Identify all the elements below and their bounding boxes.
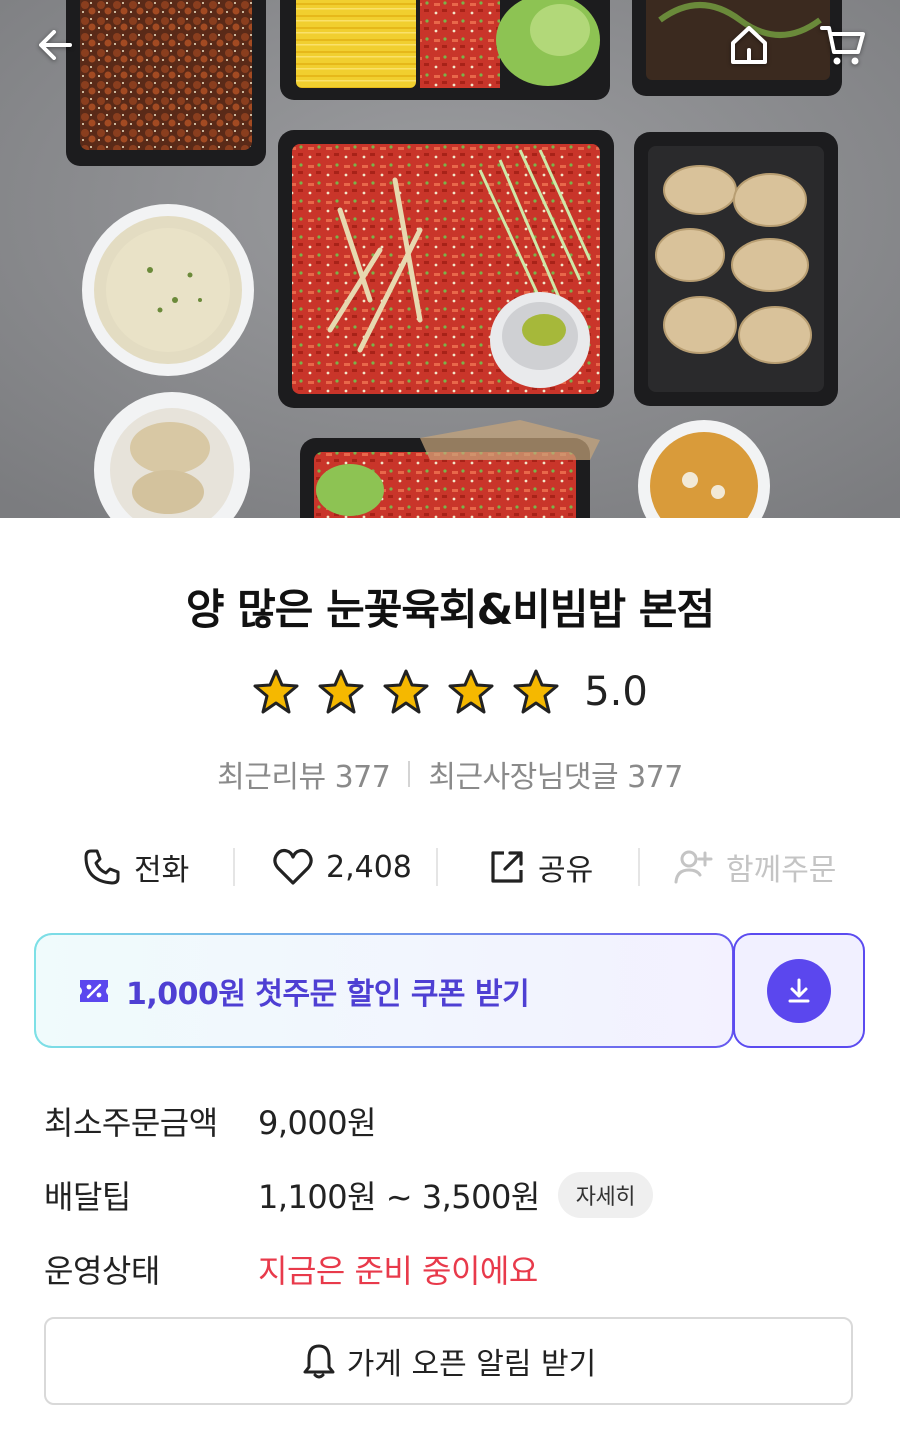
cart-icon [820,26,865,65]
min-order-value: 9,000원 [258,1104,377,1142]
star-icon [513,669,559,714]
delivery-tip-row: 배달팁 1,100원 ~ 3,500원 자세히 [44,1172,653,1218]
like-button[interactable]: 2,408 [272,836,412,898]
recent-reviews-link[interactable]: 최근리뷰 377 [217,752,391,796]
store-rating[interactable]: 5.0 [0,668,900,716]
min-order-row: 최소주문금액 9,000원 [44,1098,377,1144]
star-icon [383,669,429,714]
operation-status-row: 운영상태 지금은 준비 중이에요 [44,1246,538,1292]
recent-owner-replies-link[interactable]: 최근사장님댓글 377 [428,752,683,796]
star-icon [318,669,364,714]
store-name: 양 많은 눈꽃육회&비빔밥 본점 [185,585,715,634]
review-divider [408,761,411,787]
review-summary: 최근리뷰 377 최근사장님댓글 377 [0,752,900,796]
action-divider [233,848,235,886]
share-icon [491,851,523,883]
coupon-label: 1,000원 첫주문 할인 쿠폰 받기 [126,976,530,1012]
rating-value: 5.0 [584,669,648,715]
operation-status-label: 운영상태 [44,1252,160,1290]
heart-icon [273,848,313,885]
coupon-download-button[interactable] [733,933,865,1048]
delivery-tip-value: 1,100원 ~ 3,500원 [258,1178,540,1216]
phone-icon [84,849,120,885]
star-icon [448,669,494,714]
download-circle [767,958,831,1023]
coupon-icon [80,979,108,1002]
group-order-button[interactable]: 함께주문 [672,836,836,898]
action-bar: 전화 2,408 공유 함께주문 [0,836,900,898]
like-count: 2,408 [326,849,412,885]
action-divider [638,848,640,886]
food-photo [0,0,900,518]
rating-stars [252,668,560,716]
group-order-label: 함께주문 [726,853,837,888]
share-label: 공유 [538,853,594,888]
back-button[interactable] [24,14,86,76]
min-order-label: 최소주문금액 [44,1104,218,1142]
add-person-icon [674,850,713,884]
share-button[interactable]: 공유 [488,836,593,898]
store-open-alert-label: 가게 오픈 알림 받기 [346,1347,597,1382]
download-icon [788,978,810,1002]
action-divider [436,848,438,886]
call-button[interactable]: 전화 [82,836,189,898]
cart-button[interactable] [812,14,874,76]
delivery-tip-label: 배달팁 [44,1178,131,1216]
store-hero-image [0,0,900,518]
first-order-coupon-banner[interactable]: 1,000원 첫주문 할인 쿠폰 받기 [34,933,734,1048]
bell-icon [303,1344,335,1379]
back-arrow-icon [39,30,72,60]
call-label: 전화 [134,853,190,888]
operation-status-value: 지금은 준비 중이에요 [258,1252,538,1290]
star-icon [253,669,299,714]
home-icon [731,26,767,64]
home-button[interactable] [718,14,780,76]
delivery-tip-detail-button[interactable]: 자세히 [557,1172,653,1218]
store-open-alert-button[interactable]: 가게 오픈 알림 받기 [44,1317,853,1405]
